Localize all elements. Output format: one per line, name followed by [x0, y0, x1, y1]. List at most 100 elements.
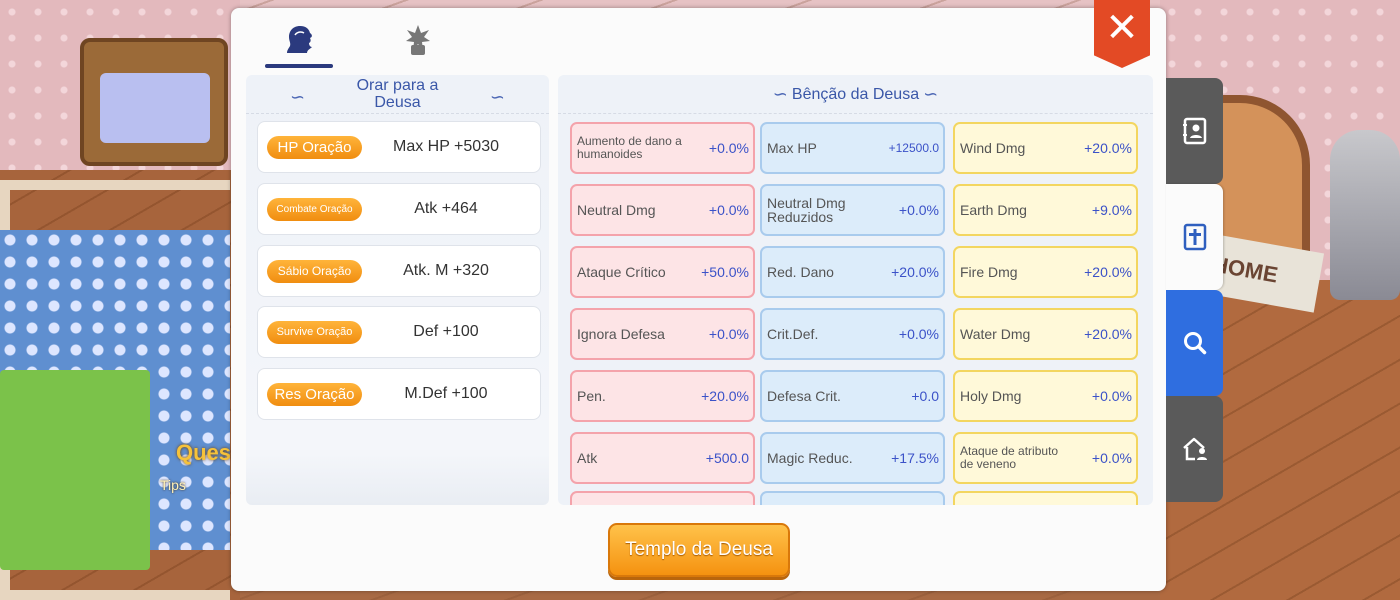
- blessing-section: ∽ Bênção da Deusa ∽ Aumento de dano a hu…: [558, 75, 1153, 505]
- blessing-value: +17.5%: [891, 450, 939, 466]
- side-tab-home[interactable]: [1166, 396, 1223, 502]
- blessing-label: Holy Dmg: [960, 388, 1022, 404]
- blessing-cell: Earth Dmg +9.0%: [953, 184, 1138, 236]
- blessing-cell: Holy Dmg +0.0%: [953, 370, 1138, 422]
- hp-prayer-button[interactable]: HP Oração: [267, 135, 362, 159]
- sage-prayer-button[interactable]: Sábio Oração: [267, 259, 362, 283]
- prayer-section-header: ∽ Orar para a Deusa ∽: [246, 75, 549, 114]
- blessing-label: Red. Dano: [767, 264, 834, 280]
- blessing-label: Neutral Dmg Reduzidos: [767, 195, 846, 225]
- bed-sheet: [100, 73, 210, 143]
- blessing-cell: Ataque de atributo de veneno +0.0%: [953, 432, 1138, 484]
- blessing-cell: Water Dmg +20.0%: [953, 308, 1138, 360]
- blessing-label: Defesa Crit.: [767, 388, 841, 404]
- tab-emblem[interactable]: [383, 14, 453, 66]
- blessing-label: Water Dmg: [960, 326, 1031, 342]
- blessing-value: +0.0%: [898, 326, 939, 342]
- search-icon: [1183, 332, 1206, 355]
- side-tab-contacts[interactable]: [1166, 78, 1223, 184]
- blessing-value: +9.0%: [1091, 202, 1132, 218]
- house-person-icon: [1182, 437, 1207, 461]
- blessing-cell: Magic Reduc. +17.5%: [760, 432, 945, 484]
- blessing-label: Ignora Defesa: [577, 326, 665, 342]
- blessing-value: +20.0%: [1084, 326, 1132, 342]
- blessing-label: Fire Dmg: [960, 264, 1018, 280]
- prayer-section-title: Orar para a Deusa: [356, 77, 439, 111]
- bed: [70, 18, 230, 168]
- prayer-value: Atk. M +320: [403, 262, 489, 279]
- swirl-right-icon: ∽: [923, 83, 939, 104]
- blessing-label: Earth Dmg: [960, 202, 1027, 218]
- prayer-value: Def +100: [413, 323, 479, 340]
- blessing-value: +20.0%: [1084, 140, 1132, 156]
- blessing-label: Neutral Dmg: [577, 202, 656, 218]
- blessing-label: Pen.: [577, 388, 606, 404]
- blessing-section-header: ∽ Bênção da Deusa ∽: [558, 75, 1153, 114]
- prayer-section: ∽ Orar para a Deusa ∽ HP Oração Max HP +…: [246, 75, 549, 505]
- blessing-value: +12500.0: [888, 141, 939, 155]
- prayer-row-combat[interactable]: Combate Oração Atk +464: [257, 183, 541, 235]
- cross-book-icon: [1183, 223, 1206, 251]
- blessing-value: +0.0%: [708, 326, 749, 342]
- blessing-cell: Neutral Dmg Reduzidos +0.0%: [760, 184, 945, 236]
- prayer-value: Max HP +5030: [393, 138, 499, 155]
- blessing-cell-peek: [570, 491, 755, 505]
- panel-tab-bar: [231, 8, 1166, 70]
- blessing-value: +20.0%: [701, 388, 749, 404]
- blessing-cell: Ataque Crítico +50.0%: [570, 246, 755, 298]
- blessing-value: +20.0%: [891, 264, 939, 280]
- swirl-left-icon: ∽: [290, 87, 306, 107]
- close-icon: ✕: [1105, 5, 1139, 51]
- blessing-cell: Fire Dmg +20.0%: [953, 246, 1138, 298]
- blessing-section-title: Bênção da Deusa: [791, 85, 920, 103]
- blessing-label: Crit.Def.: [767, 326, 819, 342]
- blessing-value: +0.0%: [1091, 450, 1132, 466]
- blessing-value: +20.0%: [1084, 264, 1132, 280]
- blessing-value: +50.0%: [701, 264, 749, 280]
- side-tab-search[interactable]: [1166, 290, 1223, 396]
- combat-prayer-button[interactable]: Combate Oração: [267, 197, 362, 221]
- blessing-value: +0.0%: [708, 140, 749, 156]
- blessing-cell: Atk +500.0: [570, 432, 755, 484]
- blessing-cell: Crit.Def. +0.0%: [760, 308, 945, 360]
- blessing-cell-peek: [760, 491, 945, 505]
- blessing-label: Wind Dmg: [960, 140, 1026, 156]
- blessing-value: +0.0%: [898, 202, 939, 218]
- goddess-temple-button[interactable]: Templo da Deusa: [608, 523, 790, 577]
- blessing-cell: Red. Dano +20.0%: [760, 246, 945, 298]
- blessing-label: Atk: [577, 450, 598, 466]
- blessing-label: Aumento de dano a humanoides: [577, 134, 682, 161]
- blessing-value: +500.0: [705, 450, 749, 466]
- blessing-cell: Max HP +12500.0: [760, 122, 945, 174]
- goddess-head-icon: [287, 26, 312, 53]
- prayer-row-sage[interactable]: Sábio Oração Atk. M +320: [257, 245, 541, 297]
- emblem-icon: [406, 25, 430, 55]
- knight-character: [1330, 130, 1400, 300]
- blessing-cell: Defesa Crit. +0.0: [760, 370, 945, 422]
- prayer-row-survive[interactable]: Survive Oração Def +100: [257, 306, 541, 358]
- side-tab-goddess[interactable]: [1166, 184, 1223, 290]
- blessing-cell: Wind Dmg +20.0%: [953, 122, 1138, 174]
- blessing-value: +0.0%: [1091, 388, 1132, 404]
- swirl-right-icon: ∽: [489, 87, 505, 107]
- blessing-value: +0.0%: [708, 202, 749, 218]
- blessing-label: Ataque Crítico: [577, 264, 666, 280]
- blessing-value: +0.0: [911, 388, 939, 404]
- prayer-value: Atk +464: [414, 200, 478, 217]
- prayer-row-hp[interactable]: HP Oração Max HP +5030: [257, 121, 541, 173]
- prayer-row-res[interactable]: Res Oração M.Def +100: [257, 368, 541, 420]
- blessing-cell: Aumento de dano a humanoides +0.0%: [570, 122, 755, 174]
- blessing-label: Max HP: [767, 140, 817, 156]
- green-hedge: [0, 370, 150, 570]
- quest-label[interactable]: Ques: [176, 440, 231, 466]
- res-prayer-button[interactable]: Res Oração: [267, 382, 362, 406]
- tips-label[interactable]: Tips: [160, 477, 186, 493]
- blessing-cell: Neutral Dmg +0.0%: [570, 184, 755, 236]
- blessing-cell: Ignora Defesa +0.0%: [570, 308, 755, 360]
- close-button[interactable]: ✕: [1094, 0, 1150, 68]
- prayer-value: M.Def +100: [404, 385, 488, 402]
- survive-prayer-button[interactable]: Survive Oração: [267, 320, 362, 344]
- blessing-label: Magic Reduc.: [767, 450, 853, 466]
- blessing-cell: Pen. +20.0%: [570, 370, 755, 422]
- tab-goddess-prayer[interactable]: [265, 14, 335, 68]
